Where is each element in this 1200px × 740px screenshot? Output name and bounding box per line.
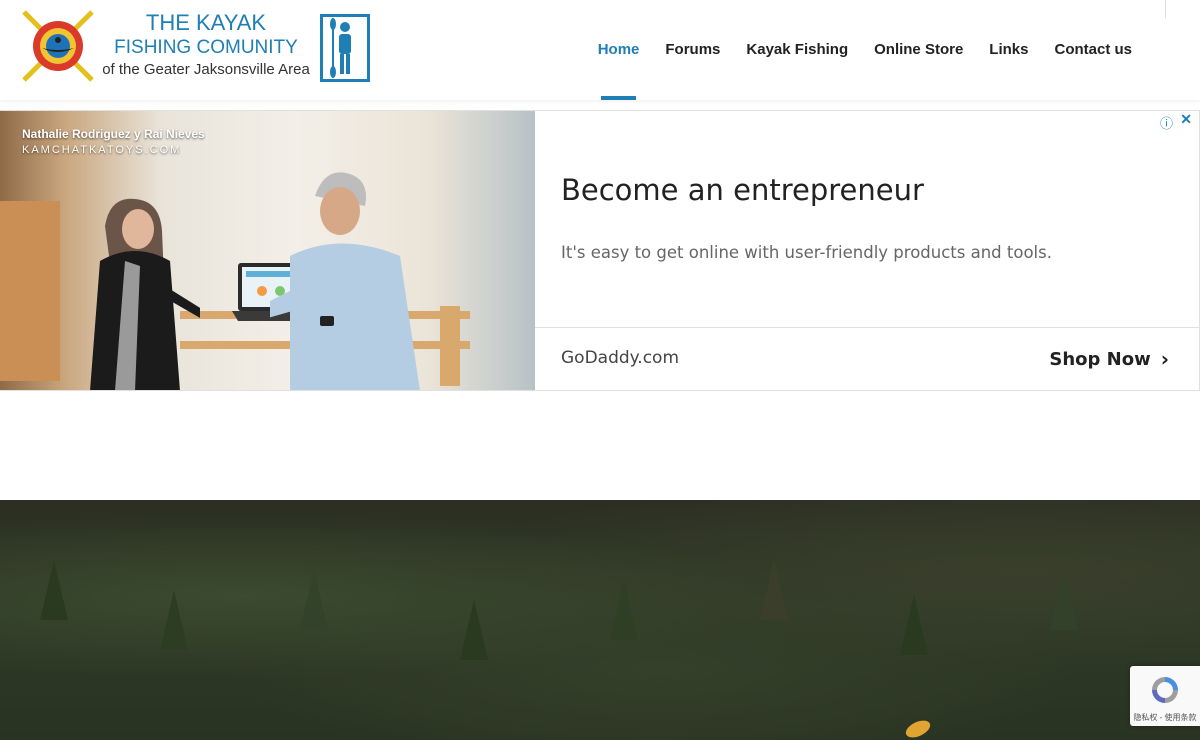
tree-shape [900,595,928,655]
nav-item-kayak-fishing[interactable]: Kayak Fishing [746,0,848,100]
tree-shape [300,570,328,630]
tree-shape [460,600,488,660]
nav-item-label: Links [989,41,1029,58]
nav-item-links[interactable]: Links [989,0,1028,100]
ad-headline[interactable]: Become an entrepreneur [561,173,924,207]
active-nav-indicator [600,96,637,100]
tree-shape [1050,570,1078,630]
nav-item-label: Contact us [1054,41,1132,58]
site-title-line1: THE KAYAK [145,10,267,35]
nav-item-label: Online Store [874,41,964,58]
nav-item-label: Home [597,41,640,58]
site-title[interactable]: THE KAYAK FISHING COMUNITY of the Geater… [100,10,312,81]
nav-item-label: Kayak Fishing [746,41,849,58]
site-header: THE KAYAK FISHING COMUNITY of the Geater… [0,0,1200,100]
nav-item-online-store[interactable]: Online Store [874,0,963,100]
recaptcha-badge[interactable]: 隐私权 - 使用条款 [1130,666,1200,726]
ad-image[interactable]: Nathalie Rodriguez y Rai Nieves KAMCHATK… [0,111,535,390]
tree-shape [610,580,638,640]
nav-item-home[interactable]: Home [597,0,640,100]
ad-divider [535,327,1199,328]
kayak-paddle [903,717,933,740]
shop-now-button[interactable]: Shop Now › [1049,347,1169,371]
site-title-line2: FISHING COMUNITY [114,37,298,58]
shelf-post [440,306,460,386]
paddler-logo-icon [320,14,370,82]
nav-item-forums[interactable]: Forums [665,0,720,100]
advertisement-banner[interactable]: Nathalie Rodriguez y Rai Nieves KAMCHATK… [0,110,1200,391]
info-icon[interactable]: ⓘ [1160,113,1173,132]
tree-shape [40,560,68,620]
recaptcha-text[interactable]: 隐私权 - 使用条款 [1130,712,1200,723]
chevron-right-icon: › [1160,347,1169,371]
shop-now-label: Shop Now [1049,348,1151,370]
woman-figure [90,198,200,390]
ad-body-text: It's easy to get online with user-friend… [561,243,1052,262]
nav-item-label: Forums [665,41,721,58]
ad-image-watermark: KAMCHATKATOYS.COM [22,144,182,156]
ad-domain[interactable]: GoDaddy.com [561,348,679,368]
recaptcha-icon [1152,677,1178,703]
ad-image-caption: Nathalie Rodriguez y Rai Nieves [22,127,205,141]
site-title-line3: of the Geater Jaksonsville Area [102,61,310,78]
hero-image [0,500,1200,740]
tree-shape [760,560,788,620]
header-divider [1165,0,1166,18]
tree-shape [160,590,188,650]
main-nav: Home Forums Kayak Fishing Online Store L… [572,0,1132,100]
shelf-left [0,201,60,381]
kayak-logo-badge[interactable] [20,8,96,84]
close-icon[interactable]: ✕ [1180,111,1192,128]
nav-item-contact-us[interactable]: Contact us [1054,0,1132,100]
man-figure [270,172,420,390]
